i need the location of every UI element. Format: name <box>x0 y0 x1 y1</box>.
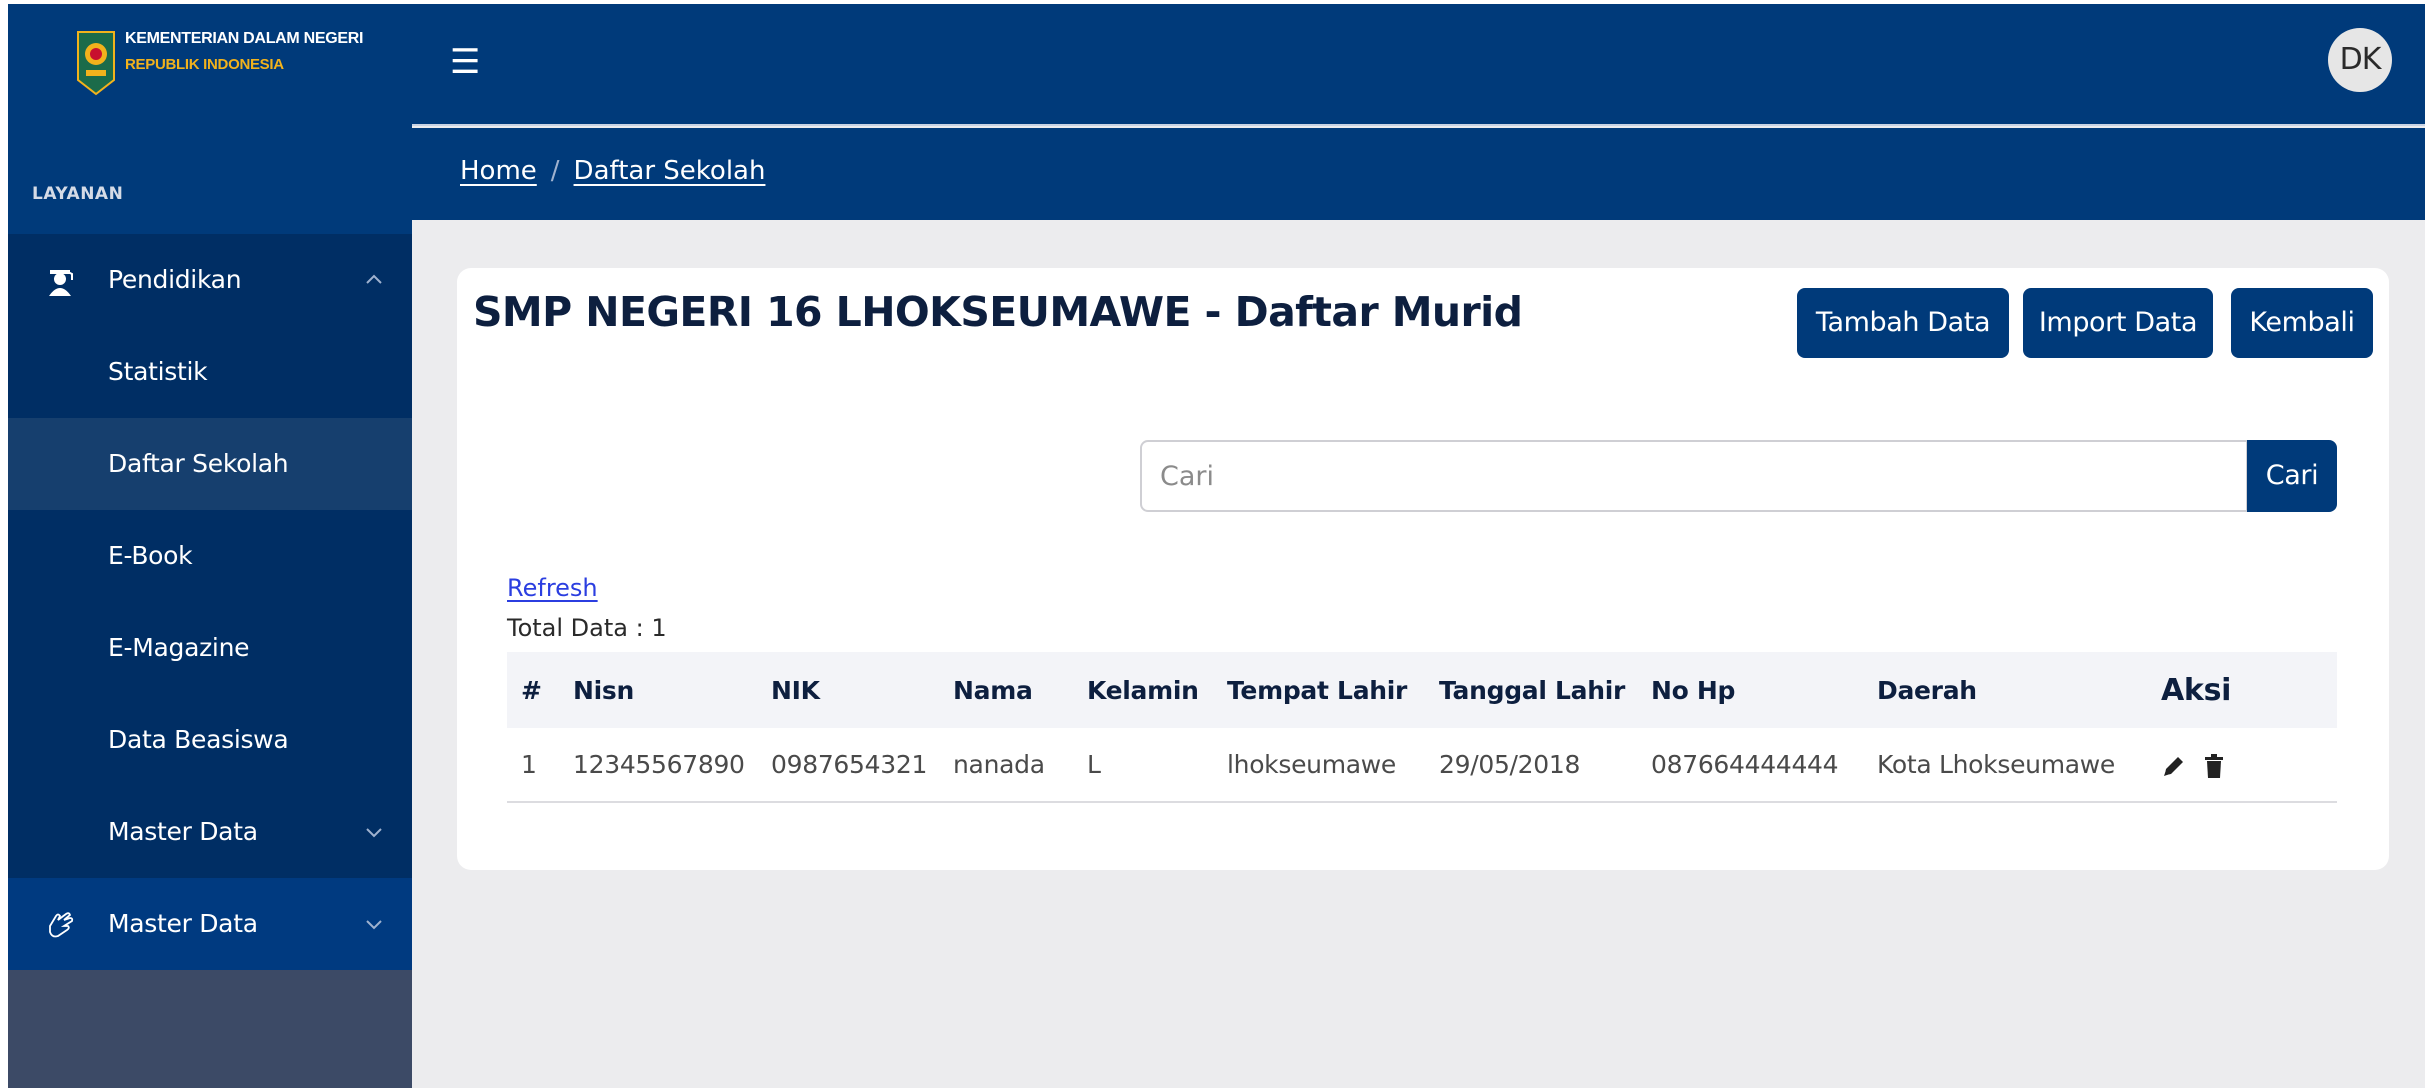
brand-title: KEMENTERIAN DALAM NEGERI <box>125 30 364 47</box>
brand-subtitle: REPUBLIK INDONESIA <box>125 56 284 73</box>
column-header-aksi: Aksi <box>2161 652 2337 728</box>
sidebar-item-label: Statistik <box>108 357 208 386</box>
student-table: # Nisn NIK Nama Kelamin Tempat Lahir Tan… <box>507 652 2337 803</box>
sidebar-item-e-magazine[interactable]: E-Magazine <box>8 602 412 694</box>
cell-no-hp: 087664444444 <box>1651 728 1877 803</box>
breadcrumb-home-link[interactable]: Home <box>460 156 537 186</box>
kemendagri-logo <box>77 31 115 96</box>
sidebar-item-label: Master Data <box>108 817 258 846</box>
chevron-up-icon <box>366 274 382 284</box>
cell-nik: 0987654321 <box>771 728 953 803</box>
sidebar-item-label: Master Data <box>108 909 258 938</box>
sidebar-item-label: Pendidikan <box>108 265 242 294</box>
sidebar-item-master-data[interactable]: Master Data <box>8 878 412 970</box>
sidebar-nav: Pendidikan Statistik Daftar Sekolah E-Bo… <box>8 234 412 970</box>
breadcrumb-separator: / <box>550 156 560 186</box>
sidebar-section: LAYANAN <box>8 126 412 234</box>
column-header-kelamin: Kelamin <box>1087 652 1227 728</box>
cell-tempat-lahir: lhokseumawe <box>1227 728 1439 803</box>
cell-daerah: Kota Lhokseumawe <box>1877 728 2161 803</box>
column-header-no-hp: No Hp <box>1651 652 1877 728</box>
sidebar-item-daftar-sekolah[interactable]: Daftar Sekolah <box>8 418 412 510</box>
breadcrumb: Home / Daftar Sekolah <box>460 156 765 186</box>
column-header-tempat-lahir: Tempat Lahir <box>1227 652 1439 728</box>
search-input[interactable] <box>1140 440 2248 512</box>
total-data-label: Total Data : 1 <box>507 614 667 642</box>
sidebar-item-statistik[interactable]: Statistik <box>8 326 412 418</box>
sidebar-item-pendidikan[interactable]: Pendidikan <box>8 234 412 326</box>
sidebar-item-label: E-Book <box>108 541 193 570</box>
column-header-nik: NIK <box>771 652 953 728</box>
sidebar-item-label: E-Magazine <box>108 633 250 662</box>
student-list-card: SMP NEGERI 16 LHOKSEUMAWE - Daftar Murid… <box>457 268 2389 870</box>
page-title: SMP NEGERI 16 LHOKSEUMAWE - Daftar Murid <box>473 288 1523 336</box>
cell-tanggal-lahir: 29/05/2018 <box>1439 728 1651 803</box>
chevron-down-icon <box>366 828 382 838</box>
sidebar-item-label: Daftar Sekolah <box>108 449 289 478</box>
delete-icon[interactable] <box>2201 753 2227 779</box>
import-data-button[interactable]: Import Data <box>2023 288 2213 358</box>
avatar[interactable]: DK <box>2328 28 2392 92</box>
search-button[interactable]: Cari <box>2247 440 2337 512</box>
sidebar: KEMENTERIAN DALAM NEGERI REPUBLIK INDONE… <box>8 4 412 1088</box>
hand-icon <box>49 912 74 938</box>
breadcrumb-bar: Home / Daftar Sekolah <box>412 128 2425 220</box>
column-header-nisn: Nisn <box>573 652 771 728</box>
app-frame: KEMENTERIAN DALAM NEGERI REPUBLIK INDONE… <box>8 4 2425 1088</box>
refresh-link[interactable]: Refresh <box>507 574 598 602</box>
tambah-data-button[interactable]: Tambah Data <box>1797 288 2009 358</box>
breadcrumb-current-link[interactable]: Daftar Sekolah <box>574 156 766 186</box>
column-header-number: # <box>507 652 573 728</box>
column-header-daerah: Daerah <box>1877 652 2161 728</box>
cell-nisn: 12345567890 <box>573 728 771 803</box>
kembali-button[interactable]: Kembali <box>2231 288 2373 358</box>
table-row: 1 12345567890 0987654321 nanada L lhokse… <box>507 728 2337 803</box>
graduate-icon <box>49 270 73 296</box>
sidebar-section-label: LAYANAN <box>32 184 124 204</box>
cell-kelamin: L <box>1087 728 1227 803</box>
top-header: ☰ DK <box>412 4 2425 126</box>
sidebar-item-label: Data Beasiswa <box>108 725 289 754</box>
chevron-down-icon <box>366 920 382 930</box>
sidebar-item-e-book[interactable]: E-Book <box>8 510 412 602</box>
edit-icon[interactable] <box>2161 753 2187 779</box>
sidebar-item-data-beasiswa[interactable]: Data Beasiswa <box>8 694 412 786</box>
cell-number: 1 <box>507 728 573 803</box>
cell-aksi <box>2161 728 2337 803</box>
table-header-row: # Nisn NIK Nama Kelamin Tempat Lahir Tan… <box>507 652 2337 728</box>
brand[interactable]: KEMENTERIAN DALAM NEGERI REPUBLIK INDONE… <box>8 4 412 126</box>
hamburger-icon[interactable]: ☰ <box>450 42 480 82</box>
column-header-tanggal-lahir: Tanggal Lahir <box>1439 652 1651 728</box>
sidebar-item-master-data-sub[interactable]: Master Data <box>8 786 412 878</box>
cell-nama: nanada <box>953 728 1087 803</box>
column-header-nama: Nama <box>953 652 1087 728</box>
